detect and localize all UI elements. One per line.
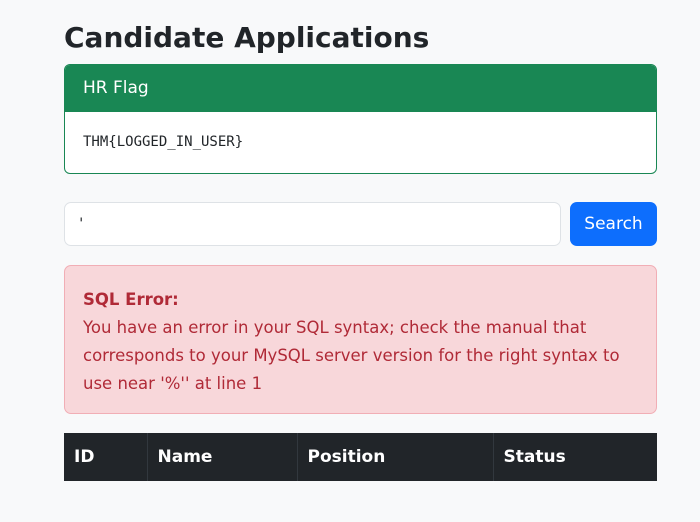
sql-error-alert: SQL Error: You have an error in your SQL… <box>64 265 657 414</box>
column-header-id[interactable]: ID <box>64 433 148 481</box>
column-header-name[interactable]: Name <box>147 433 298 481</box>
hr-flag-value: THM{LOGGED_IN_USER} <box>83 134 244 150</box>
applications-table: ID Name Position Status <box>64 433 657 481</box>
hr-flag-card: HR Flag THM{LOGGED_IN_USER} <box>64 64 657 174</box>
table-header-row: ID Name Position Status <box>64 433 657 481</box>
sql-error-title: SQL Error: <box>83 290 179 309</box>
main-container: Candidate Applications HR Flag THM{LOGGE… <box>64 0 657 481</box>
hr-flag-card-header: HR Flag <box>65 65 656 112</box>
search-input[interactable] <box>64 202 561 246</box>
page-title: Candidate Applications <box>64 21 430 54</box>
column-header-status[interactable]: Status <box>493 433 657 481</box>
column-header-position[interactable]: Position <box>297 433 494 481</box>
search-button[interactable]: Search <box>570 202 657 246</box>
search-form: Search <box>64 202 657 246</box>
sql-error-message: You have an error in your SQL syntax; ch… <box>83 318 620 393</box>
